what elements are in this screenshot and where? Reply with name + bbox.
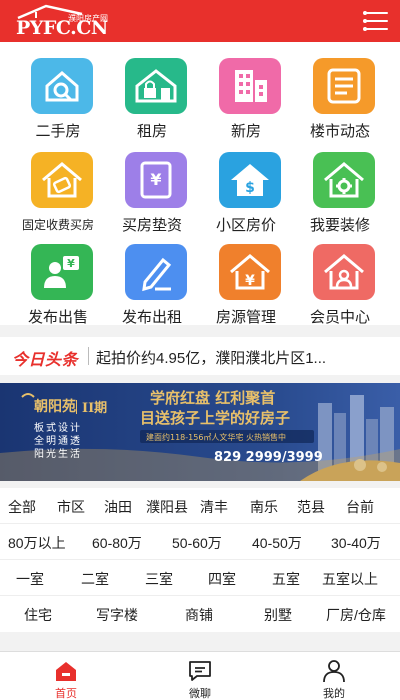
price-filter-30-40[interactable]: 30-40万 xyxy=(331,533,381,553)
svg-text:¥: ¥ xyxy=(245,273,255,289)
area-filter-puyang-county[interactable]: 濮阳县 xyxy=(146,497,188,517)
price-filter-60-80[interactable]: 60-80万 xyxy=(92,533,142,553)
grid-item-new-house[interactable]: 新房 xyxy=(192,46,292,140)
grid-label: 会员中心 xyxy=(309,309,370,326)
dollar-house-icon: $ xyxy=(219,152,281,208)
banner-phase: II期 xyxy=(82,401,107,416)
nav-chat[interactable]: 微聊 xyxy=(160,652,240,700)
type-filter-row: 住宅 写字楼 商铺 别墅 厂房/仓库 xyxy=(0,596,400,632)
grid-label: 楼市动态 xyxy=(309,123,370,140)
bottom-nav: 首页 微聊 我的 xyxy=(0,651,400,700)
magnifier-house-icon xyxy=(31,58,93,114)
news-ticker[interactable]: 今日头条 起拍价约4.95亿，濮阳濮北片区1... xyxy=(0,337,400,375)
banner-title: 学府红盘 红利聚首 xyxy=(150,389,275,407)
room-filter-2[interactable]: 二室 xyxy=(81,569,109,589)
room-filter-4[interactable]: 四室 xyxy=(208,569,236,589)
room-filter-row: 一室 二室 三室 四室 五室 五室以上 xyxy=(0,560,400,596)
room-filter-5[interactable]: 五室 xyxy=(272,569,300,589)
nav-me-label: 我的 xyxy=(323,688,345,700)
grid-item-rent[interactable]: 租房 xyxy=(98,46,198,140)
member-house-icon xyxy=(313,244,375,300)
area-filter-row: 全部 市区 油田 濮阳县 清丰 南乐 范县 台前 xyxy=(0,488,400,524)
nav-me[interactable]: 我的 xyxy=(294,652,374,700)
svg-text:¥: ¥ xyxy=(67,257,75,270)
grid-item-decoration[interactable]: 我要装修 xyxy=(286,140,386,234)
price-filter-80-plus[interactable]: 80万以上 xyxy=(8,533,66,553)
area-filter-oilfield[interactable]: 油田 xyxy=(104,497,132,517)
grid-item-post-sale[interactable]: ¥ 发布出售 xyxy=(4,232,104,326)
filter-panel: 全部 市区 油田 濮阳县 清丰 南乐 范县 台前 80万以上 60-80万 50… xyxy=(0,488,400,632)
user-icon xyxy=(323,660,345,683)
banner-phone: 829 2999/3999 xyxy=(214,450,323,465)
type-filter-shop[interactable]: 商铺 xyxy=(185,605,213,625)
home-icon xyxy=(56,662,76,681)
price-filter-row: 80万以上 60-80万 50-60万 40-50万 30-40万 xyxy=(0,524,400,560)
grid-item-listing-management[interactable]: ¥ 房源管理 xyxy=(192,232,292,326)
room-filter-5-plus[interactable]: 五室以上 xyxy=(322,569,378,589)
grid-item-fixed-fee[interactable]: 固定收费买房 xyxy=(4,140,104,234)
grid-item-second-hand[interactable]: 二手房 xyxy=(4,46,104,140)
banner-graphic: 朝阳苑 II期 板式设计 全明通透 阳光生活 学府红盘 红利聚首 目送孩子上学的… xyxy=(0,383,400,481)
house-lock-icon xyxy=(125,58,187,114)
pen-edit-icon xyxy=(125,244,187,300)
banner-feature-1: 板式设计 xyxy=(34,421,82,434)
svg-text:$: $ xyxy=(245,180,255,196)
yuan-card-icon: ¥ xyxy=(125,152,187,208)
nav-chat-label: 微聊 xyxy=(189,688,211,700)
room-filter-3[interactable]: 三室 xyxy=(145,569,173,589)
nav-home-label: 首页 xyxy=(55,688,77,700)
menu-icon[interactable] xyxy=(363,11,388,31)
chat-icon xyxy=(189,661,211,681)
room-filter-1[interactable]: 一室 xyxy=(16,569,44,589)
price-tag-house-icon xyxy=(31,152,93,208)
grid-item-post-rent[interactable]: 发布出租 xyxy=(98,232,198,326)
banner-tagline: 建面约118-156㎡人文华宅 火热销售中 xyxy=(146,432,286,442)
grid-item-advance-fund[interactable]: ¥ 买房垫资 xyxy=(98,140,198,234)
area-filter-qingfeng[interactable]: 清丰 xyxy=(200,497,228,517)
nav-home[interactable]: 首页 xyxy=(26,652,106,700)
building-icon xyxy=(219,58,281,114)
banner-subtitle: 目送孩子上学的好房子 xyxy=(140,409,290,427)
user-sale-icon: ¥ xyxy=(31,244,93,300)
app-page: 濮阳房产网 PYFC.CN 二手房 租房 新房 楼市动态 固定收费买房 ¥ 买房… xyxy=(0,0,400,700)
headline-text[interactable]: 起拍价约4.95亿，濮阳濮北片区1... xyxy=(96,347,326,368)
type-filter-villa[interactable]: 别墅 xyxy=(264,605,292,625)
type-filter-factory[interactable]: 厂房/仓库 xyxy=(326,605,386,625)
grid-item-community-price[interactable]: $ 小区房价 xyxy=(192,140,292,234)
grid-item-market-news[interactable]: 楼市动态 xyxy=(286,46,386,140)
gear-house-icon xyxy=(313,152,375,208)
area-filter-taiqian[interactable]: 台前 xyxy=(346,497,374,517)
svg-text:¥: ¥ xyxy=(150,170,161,189)
banner-feature-3: 阳光生活 xyxy=(34,447,82,460)
type-filter-residential[interactable]: 住宅 xyxy=(24,605,52,625)
today-headline-logo: 今日头条 xyxy=(12,352,79,369)
site-logo[interactable]: 濮阳房产网 PYFC.CN xyxy=(8,4,128,40)
area-filter-nanle[interactable]: 南乐 xyxy=(250,497,278,517)
top-bar: 濮阳房产网 PYFC.CN xyxy=(0,0,400,42)
ad-banner[interactable]: 朝阳苑 II期 板式设计 全明通透 阳光生活 学府红盘 红利聚首 目送孩子上学的… xyxy=(0,383,400,481)
area-filter-all[interactable]: 全部 xyxy=(8,497,36,517)
type-filter-office[interactable]: 写字楼 xyxy=(96,605,138,625)
grid-item-member-center[interactable]: 会员中心 xyxy=(286,232,386,326)
area-filter-fanxian[interactable]: 范县 xyxy=(297,497,325,517)
price-filter-40-50[interactable]: 40-50万 xyxy=(252,533,302,553)
price-filter-50-60[interactable]: 50-60万 xyxy=(172,533,222,553)
brand-name: PYFC.CN xyxy=(16,17,108,39)
document-news-icon xyxy=(313,58,375,114)
area-filter-city[interactable]: 市区 xyxy=(57,497,85,517)
divider xyxy=(88,347,89,365)
banner-project-name: 朝阳苑 xyxy=(34,398,76,415)
yuan-house-icon: ¥ xyxy=(219,244,281,300)
feature-grid: 二手房 租房 新房 楼市动态 固定收费买房 ¥ 买房垫资 $ 小区房价 我要装修… xyxy=(0,42,400,326)
banner-feature-2: 全明通透 xyxy=(34,434,82,447)
